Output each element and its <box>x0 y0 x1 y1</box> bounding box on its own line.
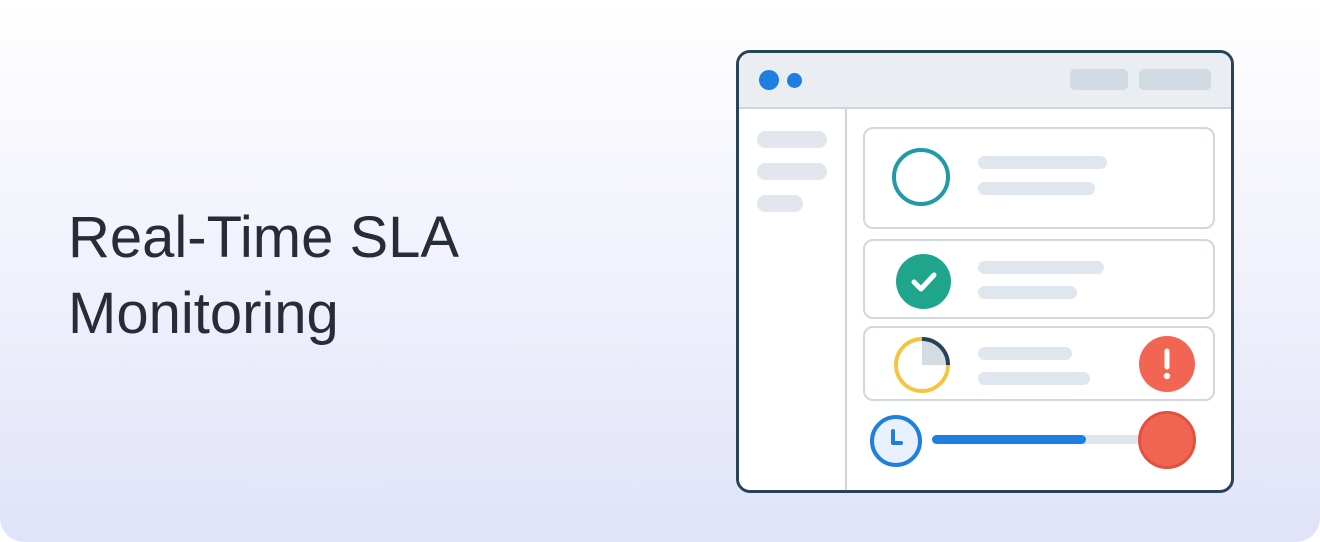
window-titlebar <box>739 53 1231 109</box>
text-line-placeholder <box>978 347 1072 360</box>
open-ring-icon <box>892 148 950 206</box>
sla-card-met <box>863 239 1215 319</box>
exclamation-circle-icon <box>1139 336 1195 392</box>
window-dot-large <box>759 70 779 90</box>
check-circle-icon <box>896 254 951 309</box>
titlebar-button-placeholder <box>1139 69 1211 90</box>
sidebar-item-placeholder <box>757 163 827 180</box>
text-line-placeholder <box>978 182 1095 195</box>
titlebar-button-placeholder <box>1070 69 1128 90</box>
text-line-placeholder <box>978 261 1104 274</box>
hero-banner: Real-Time SLA Monitoring <box>0 0 1320 542</box>
title-line-2: Monitoring <box>68 281 339 346</box>
sla-card-at-risk <box>863 326 1215 401</box>
app-window-illustration <box>736 50 1234 493</box>
text-line-placeholder <box>978 372 1090 385</box>
title-line-1: Real-Time SLA <box>68 205 460 270</box>
text-line-placeholder <box>978 156 1107 169</box>
sla-card-pending <box>863 127 1215 229</box>
sla-timer-row <box>863 411 1215 471</box>
check-mark-icon <box>911 272 937 292</box>
sla-breach-marker-icon <box>1138 411 1196 469</box>
clock-icon <box>870 415 922 467</box>
exclamation-icon <box>1163 348 1171 380</box>
sla-progress-fill <box>932 435 1087 444</box>
text-line-placeholder <box>978 286 1077 299</box>
page-title: Real-Time SLA Monitoring <box>68 200 459 352</box>
sidebar <box>739 109 847 490</box>
sidebar-item-placeholder <box>757 195 803 212</box>
clock-hands-icon <box>891 429 903 445</box>
window-dot-small <box>787 73 802 88</box>
sla-progress-track <box>932 435 1162 444</box>
sidebar-item-placeholder <box>757 131 827 148</box>
pie-timer-icon <box>894 337 950 393</box>
